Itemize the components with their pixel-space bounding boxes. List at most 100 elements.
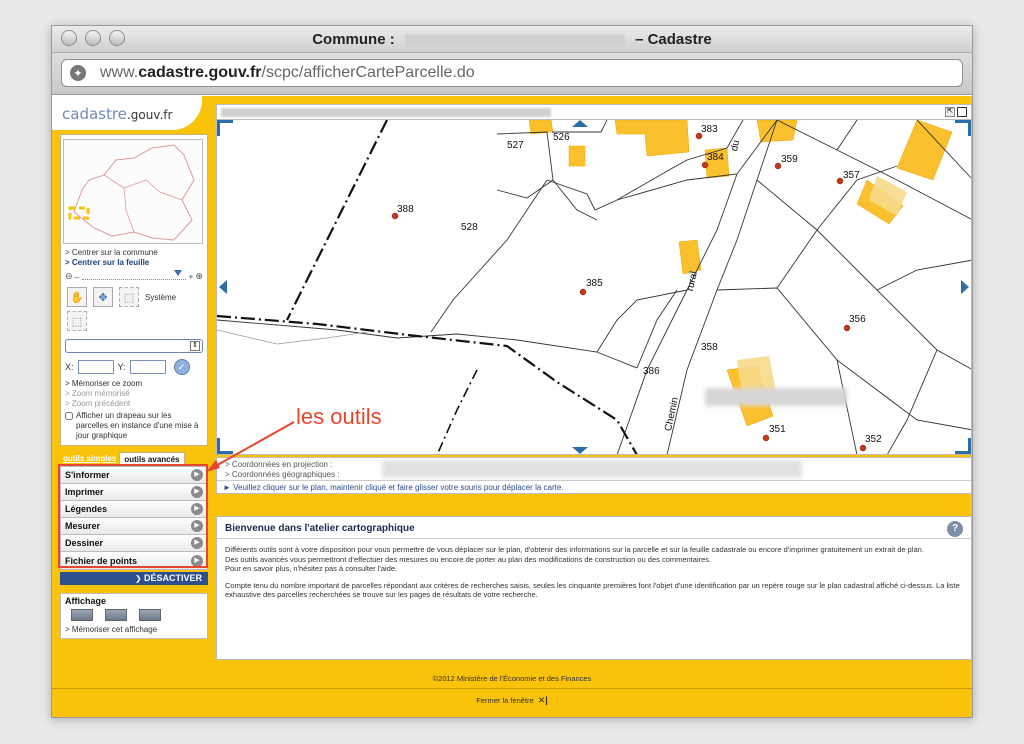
- logo-area: cadastre.gouv.fr: [52, 96, 202, 130]
- parcel-label: 357: [843, 170, 860, 181]
- arrow-right-icon: ▶: [191, 520, 203, 532]
- system-select[interactable]: ⇕: [65, 339, 203, 353]
- tab-simple-tools[interactable]: outils simples: [60, 452, 120, 466]
- pan-hand-icon[interactable]: ✋: [67, 287, 87, 307]
- tools-list: S'informer ▶ Imprimer ▶ Légendes ▶ Mesurer ▶…: [60, 466, 208, 570]
- tab-advanced-tools[interactable]: outils avancés: [119, 452, 185, 466]
- arrow-right-icon: ▶: [191, 486, 203, 498]
- flag-option: Afficher un drapeau sur les parcelles en…: [61, 411, 207, 445]
- arrow-right-icon: ▶: [191, 554, 203, 567]
- overview-map[interactable]: [63, 139, 203, 244]
- center-links: > Centrer sur la commune > Centrer sur l…: [61, 248, 207, 268]
- frame-corner-top-right: [955, 120, 971, 136]
- address-bar[interactable]: ✦ www. cadastre.gouv.fr/scpc/afficherCart…: [61, 59, 963, 87]
- flag-checkbox[interactable]: [65, 412, 73, 420]
- frame-corner-bottom-right: [955, 438, 971, 454]
- footer: ©2012 Ministère de l'Économie et des Fin…: [52, 670, 972, 717]
- parcel-label: 356: [849, 314, 866, 325]
- tool-imprimer[interactable]: Imprimer ▶: [61, 484, 207, 501]
- memorize-display-link[interactable]: > Mémoriser cet affichage: [65, 625, 203, 634]
- pan-left-arrow-icon[interactable]: [219, 280, 227, 294]
- page-content: cadastre.gouv.fr > Centrer sur la commun…: [52, 96, 972, 717]
- redacted-map-title: [221, 108, 551, 117]
- map-tools-row-2: ⬚: [61, 309, 207, 333]
- parcel-label: 526: [553, 132, 570, 143]
- parcel-label: 527: [507, 140, 524, 151]
- display-layout-1-icon[interactable]: [71, 609, 93, 621]
- restore-icon[interactable]: ⇱: [945, 107, 955, 117]
- welcome-panel: Bienvenue dans l'atelier cartographique …: [216, 516, 972, 660]
- zoom-box-icon[interactable]: ⬚: [119, 287, 139, 307]
- parcel-label: 383: [701, 124, 718, 135]
- close-window-link[interactable]: Fermer la fenêtre ✕|: [52, 695, 972, 706]
- parcel-label: 528: [461, 222, 478, 233]
- go-check-icon[interactable]: ✓: [173, 359, 190, 375]
- navigation-panel: > Centrer sur la commune > Centrer sur l…: [60, 134, 208, 446]
- parcel-label: 386: [643, 366, 660, 377]
- parcel-label: 384: [707, 152, 724, 163]
- tool-tabs: outils simples outils avancés: [60, 452, 208, 466]
- y-coordinate-input[interactable]: [129, 360, 166, 374]
- pan-down-arrow-icon[interactable]: [572, 447, 588, 454]
- redacted-map-label: [705, 388, 847, 406]
- parcel-label: 385: [586, 278, 603, 289]
- parcel-label: 358: [701, 342, 718, 353]
- frame-corner-top-left: [217, 120, 233, 136]
- arrow-right-icon: ▶: [191, 503, 203, 515]
- welcome-title: Bienvenue dans l'atelier cartographique: [217, 517, 971, 539]
- tool-mesurer[interactable]: Mesurer ▶: [61, 518, 207, 535]
- help-icon[interactable]: ?: [947, 521, 963, 537]
- map-drag-hint: ► Veuillez cliquer sur le plan, mainteni…: [223, 483, 564, 492]
- parcel-label: 352: [865, 434, 882, 445]
- coordinates-panel: > Coordonnées en projection : > Coordonn…: [216, 457, 972, 494]
- system-label: Système: [145, 292, 177, 302]
- previous-zoom-link[interactable]: > Zoom précédent: [65, 399, 203, 409]
- display-layout-3-icon[interactable]: [139, 609, 161, 621]
- center-commune-link[interactable]: > Centrer sur la commune: [65, 248, 203, 258]
- map-tools-row: ✋ ✥ ⬚ Système: [61, 285, 207, 309]
- display-layout-2-icon[interactable]: [105, 609, 127, 621]
- welcome-body: Différents outils sont à votre dispositi…: [225, 545, 960, 599]
- maximize-icon[interactable]: [957, 107, 967, 117]
- browser-window: Commune : – Cadastre ✦ www. cadastre.gouv…: [51, 25, 973, 718]
- memorize-zoom-link[interactable]: > Mémoriser ce zoom: [65, 379, 203, 389]
- road-label-du: du: [729, 139, 743, 153]
- redacted-coordinates: [382, 460, 802, 478]
- memorized-zoom-link[interactable]: > Zoom mémorisé: [65, 389, 203, 399]
- annotation-arrow: [206, 421, 295, 472]
- zoom-slider[interactable]: [81, 269, 187, 280]
- display-options: [71, 609, 201, 621]
- browser-toolbar: ✦ www. cadastre.gouv.fr/scpc/afficherCart…: [52, 53, 972, 95]
- close-icon: ✕|: [537, 695, 548, 705]
- move-cross-icon[interactable]: ✥: [93, 287, 113, 307]
- parcel-label: 351: [769, 424, 786, 435]
- tool-informer[interactable]: S'informer ▶: [61, 467, 207, 484]
- map-header: ⇱: [216, 104, 972, 120]
- tool-fichier-points[interactable]: Fichier de points ▶: [61, 552, 207, 569]
- parcel-label: 388: [397, 204, 414, 215]
- copyright-text: ©2012 Ministère de l'Économie et des Fin…: [432, 674, 592, 683]
- display-title: Affichage: [65, 596, 107, 606]
- deactivate-button[interactable]: DÉSACTIVER: [60, 572, 208, 585]
- arrow-right-icon: ▶: [191, 537, 203, 549]
- zoom-slider-handle[interactable]: [174, 269, 183, 276]
- tool-dessiner[interactable]: Dessiner ▶: [61, 535, 207, 552]
- pan-up-arrow-icon[interactable]: [572, 120, 588, 127]
- globe-icon: ✦: [70, 65, 86, 81]
- tool-legendes[interactable]: Légendes ▶: [61, 501, 207, 518]
- selection-box-icon[interactable]: ⬚: [67, 311, 87, 331]
- pan-right-arrow-icon[interactable]: [961, 280, 969, 294]
- redacted-commune-name: [404, 34, 625, 47]
- window-title: Commune : – Cadastre: [312, 31, 712, 48]
- sidebar: > Centrer sur la commune > Centrer sur l…: [60, 134, 208, 639]
- annotation-label: les outils: [296, 404, 382, 429]
- x-coordinate-input[interactable]: [77, 360, 114, 374]
- zoom-slider-row: ⊖ – + ⊕: [65, 269, 203, 282]
- site-logo[interactable]: cadastre.gouv.fr: [62, 105, 172, 123]
- coordinate-inputs: X: Y: ✓: [61, 355, 207, 379]
- zoom-in-icon[interactable]: ⊕: [195, 271, 203, 282]
- parcel-label: 359: [781, 154, 798, 165]
- title-bar: Commune : – Cadastre: [52, 26, 972, 53]
- center-sheet-link[interactable]: > Centrer sur la feuille: [65, 258, 203, 268]
- zoom-out-icon[interactable]: ⊖: [65, 271, 73, 282]
